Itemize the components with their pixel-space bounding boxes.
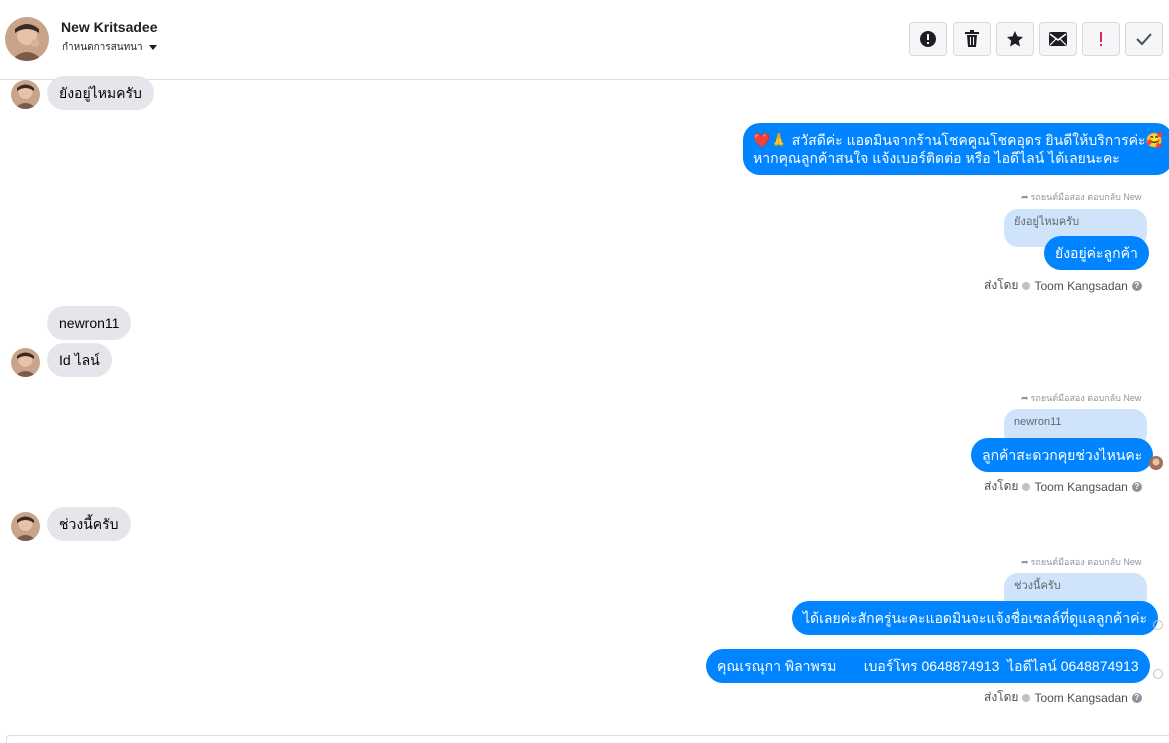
outgoing-message[interactable]: ได้เลยค่ะสักครู่นะคะแอดมินจะแจ้งชื่อเซลล… <box>792 601 1159 635</box>
verified-icon <box>1022 281 1031 290</box>
conversation-status-label: กำหนดการสนทนา <box>62 42 143 53</box>
reply-meta-label: รถยนต์มือสอง ตอบกลับ New <box>1030 393 1142 403</box>
caret-down-icon <box>148 45 157 50</box>
verified-icon <box>1022 482 1031 491</box>
sender-avatar <box>11 512 40 541</box>
sent-by-label: ส่งโดย <box>984 278 1019 292</box>
star-icon <box>1007 31 1023 47</box>
star-button[interactable] <box>996 22 1034 56</box>
reply-meta: ➦ รถยนต์มือสอง ตอบกลับ New <box>1021 391 1141 405</box>
reply-arrow-icon: ➦ <box>1021 392 1029 403</box>
message-composer[interactable] <box>6 735 1169 743</box>
mark-done-button[interactable] <box>1125 22 1163 56</box>
sender-avatar <box>11 80 40 109</box>
incoming-message[interactable]: ช่วงนี้ครับ <box>47 507 131 541</box>
incoming-message[interactable]: Id ไลน์ <box>47 343 112 377</box>
outgoing-message[interactable]: ยังอยู่ค่ะลูกค้า <box>1044 236 1149 270</box>
sent-by-label: ส่งโดย <box>984 479 1019 493</box>
seen-avatar <box>1149 456 1163 470</box>
mark-unread-button[interactable] <box>1039 22 1077 56</box>
outgoing-message[interactable]: ❤️🙏 สวัสดีค่ะ แอดมินจากร้านโชคคูณโชคอุดร… <box>743 123 1169 175</box>
reply-meta: ➦ รถยนต์มือสอง ตอบกลับ New <box>1021 555 1141 569</box>
message-line: หากคุณลูกค้าสนใจ แจ้งเบอร์ติดต่อ หรือ ไอ… <box>753 150 1120 166</box>
reply-arrow-icon: ➦ <box>1021 191 1029 202</box>
conversation-status-dropdown[interactable]: กำหนดการสนทนา <box>62 40 157 55</box>
contact-avatar[interactable] <box>5 17 49 61</box>
sent-by: ส่งโดย Toom Kangsadan ? <box>984 276 1142 295</box>
help-icon[interactable]: ? <box>1131 280 1142 291</box>
sent-status-icon <box>1153 620 1163 630</box>
contact-name: New Kritsadee <box>61 19 158 35</box>
outgoing-message[interactable]: คุณเรณุกา พิลาพรม เบอร์โทร 0648874913 ไอ… <box>706 649 1150 683</box>
envelope-icon <box>1049 32 1067 46</box>
sender-avatar <box>11 348 40 377</box>
verified-icon <box>1022 693 1031 702</box>
incoming-message[interactable]: newron11 <box>47 306 132 340</box>
exclamation-circle-icon <box>920 31 936 47</box>
reply-arrow-icon: ➦ <box>1021 556 1029 567</box>
reply-meta-label: รถยนต์มือสอง ตอบกลับ New <box>1030 192 1142 202</box>
delete-button[interactable] <box>953 22 991 56</box>
sent-by: ส่งโดย Toom Kangsadan ? <box>984 688 1142 707</box>
trash-icon <box>965 30 979 47</box>
message-line: ❤️🙏 สวัสดีค่ะ แอดมินจากร้านโชคคูณโชคอุดร… <box>753 132 1163 148</box>
sent-by-name[interactable]: Toom Kangsadan <box>1034 480 1127 494</box>
help-icon[interactable]: ? <box>1131 481 1142 492</box>
sent-by-name[interactable]: Toom Kangsadan <box>1034 691 1127 705</box>
help-icon[interactable]: ? <box>1131 692 1142 703</box>
sent-status-icon <box>1153 669 1163 679</box>
sent-by-label: ส่งโดย <box>984 690 1019 704</box>
reply-meta-label: รถยนต์มือสอง ตอบกลับ New <box>1030 557 1142 567</box>
incoming-message[interactable]: ยังอยู่ไหมครับ <box>47 76 154 110</box>
sent-by: ส่งโดย Toom Kangsadan ? <box>984 477 1142 496</box>
outgoing-message[interactable]: ลูกค้าสะดวกคุยช่วงไหนคะ <box>971 438 1154 472</box>
mark-spam-button[interactable] <box>909 22 947 56</box>
exclamation-red-icon <box>1100 32 1102 46</box>
checkmark-icon <box>1136 33 1152 46</box>
conversation-header: New Kritsadee กำหนดการสนทนา <box>0 0 1169 80</box>
sent-by-name[interactable]: Toom Kangsadan <box>1034 279 1127 293</box>
follow-up-button[interactable] <box>1082 22 1120 56</box>
reply-meta: ➦ รถยนต์มือสอง ตอบกลับ New <box>1021 190 1141 204</box>
